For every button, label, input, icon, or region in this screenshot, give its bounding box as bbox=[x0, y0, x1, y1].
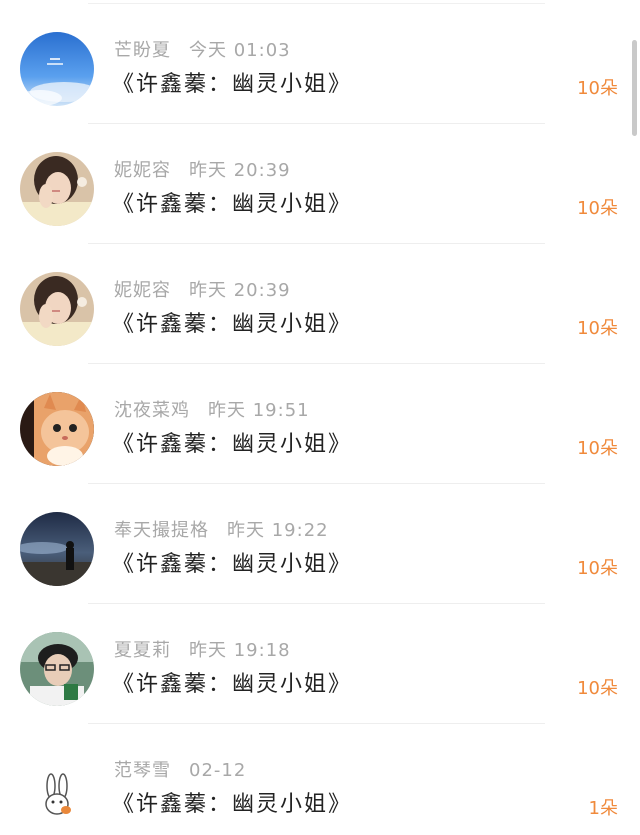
username[interactable]: 范琴雪 bbox=[114, 760, 171, 781]
work-title[interactable]: 《许鑫蓁：幽灵小姐》 bbox=[112, 786, 352, 818]
gift-amount: 10朵 bbox=[577, 558, 618, 579]
list-item[interactable]: 夏夏莉 昨天 19:18 《许鑫蓁：幽灵小姐》 10朵 bbox=[0, 604, 640, 724]
scrollbar[interactable] bbox=[632, 40, 637, 136]
list-item[interactable]: 奉天撮提格 昨天 19:22 《许鑫蓁：幽灵小姐》 10朵 bbox=[0, 484, 640, 604]
gift-amount: 10朵 bbox=[577, 318, 618, 339]
username[interactable]: 芒盼夏 bbox=[114, 40, 171, 61]
work-title[interactable]: 《许鑫蓁：幽灵小姐》 bbox=[112, 66, 352, 98]
work-title[interactable]: 《许鑫蓁：幽灵小姐》 bbox=[112, 426, 352, 458]
username[interactable]: 沈夜菜鸡 bbox=[114, 400, 190, 421]
work-title[interactable]: 《许鑫蓁：幽灵小姐》 bbox=[112, 186, 352, 218]
timestamp: 昨天 19:51 bbox=[208, 400, 310, 421]
timestamp: 昨天 20:39 bbox=[189, 280, 291, 301]
gift-record-list: 芒盼夏 今天 01:03 《许鑫蓁：幽灵小姐》 10朵 妮妮容 昨天 20:39 《… bbox=[0, 0, 640, 835]
sky-photo-avatar-icon[interactable] bbox=[20, 32, 94, 106]
timestamp: 今天 01:03 bbox=[189, 40, 291, 61]
username[interactable]: 夏夏莉 bbox=[114, 640, 171, 661]
gift-amount: 10朵 bbox=[577, 438, 618, 459]
list-item[interactable]: 芒盼夏 今天 01:03 《许鑫蓁：幽灵小姐》 10朵 bbox=[0, 4, 640, 124]
list-item[interactable]: 沈夜菜鸡 昨天 19:51 《许鑫蓁：幽灵小姐》 10朵 bbox=[0, 364, 640, 484]
gift-amount: 10朵 bbox=[577, 78, 618, 99]
gift-amount: 1朵 bbox=[588, 798, 618, 819]
timestamp: 昨天 19:18 bbox=[189, 640, 291, 661]
bunny-cartoon-avatar-icon[interactable] bbox=[20, 752, 94, 826]
gift-amount: 10朵 bbox=[577, 678, 618, 699]
list-item[interactable]: 妮妮容 昨天 20:39 《许鑫蓁：幽灵小姐》 10朵 bbox=[0, 124, 640, 244]
night-sky-avatar-icon[interactable] bbox=[20, 512, 94, 586]
list-item[interactable]: 范琴雪 02-12 《许鑫蓁：幽灵小姐》 1朵 bbox=[0, 724, 640, 835]
username[interactable]: 奉天撮提格 bbox=[114, 520, 209, 541]
boy-photo-avatar-icon[interactable] bbox=[20, 632, 94, 706]
username[interactable]: 妮妮容 bbox=[114, 160, 171, 181]
timestamp: 昨天 20:39 bbox=[189, 160, 291, 181]
gift-amount: 10朵 bbox=[577, 198, 618, 219]
work-title[interactable]: 《许鑫蓁：幽灵小姐》 bbox=[112, 666, 352, 698]
work-title[interactable]: 《许鑫蓁：幽灵小姐》 bbox=[112, 306, 352, 338]
girl-photo-avatar-icon[interactable] bbox=[20, 272, 94, 346]
timestamp: 02-12 bbox=[189, 760, 247, 781]
cat-photo-avatar-icon[interactable] bbox=[20, 392, 94, 466]
list-item[interactable]: 妮妮容 昨天 20:39 《许鑫蓁：幽灵小姐》 10朵 bbox=[0, 244, 640, 364]
work-title[interactable]: 《许鑫蓁：幽灵小姐》 bbox=[112, 546, 352, 578]
timestamp: 昨天 19:22 bbox=[227, 520, 329, 541]
username[interactable]: 妮妮容 bbox=[114, 280, 171, 301]
girl-photo-avatar-icon[interactable] bbox=[20, 152, 94, 226]
